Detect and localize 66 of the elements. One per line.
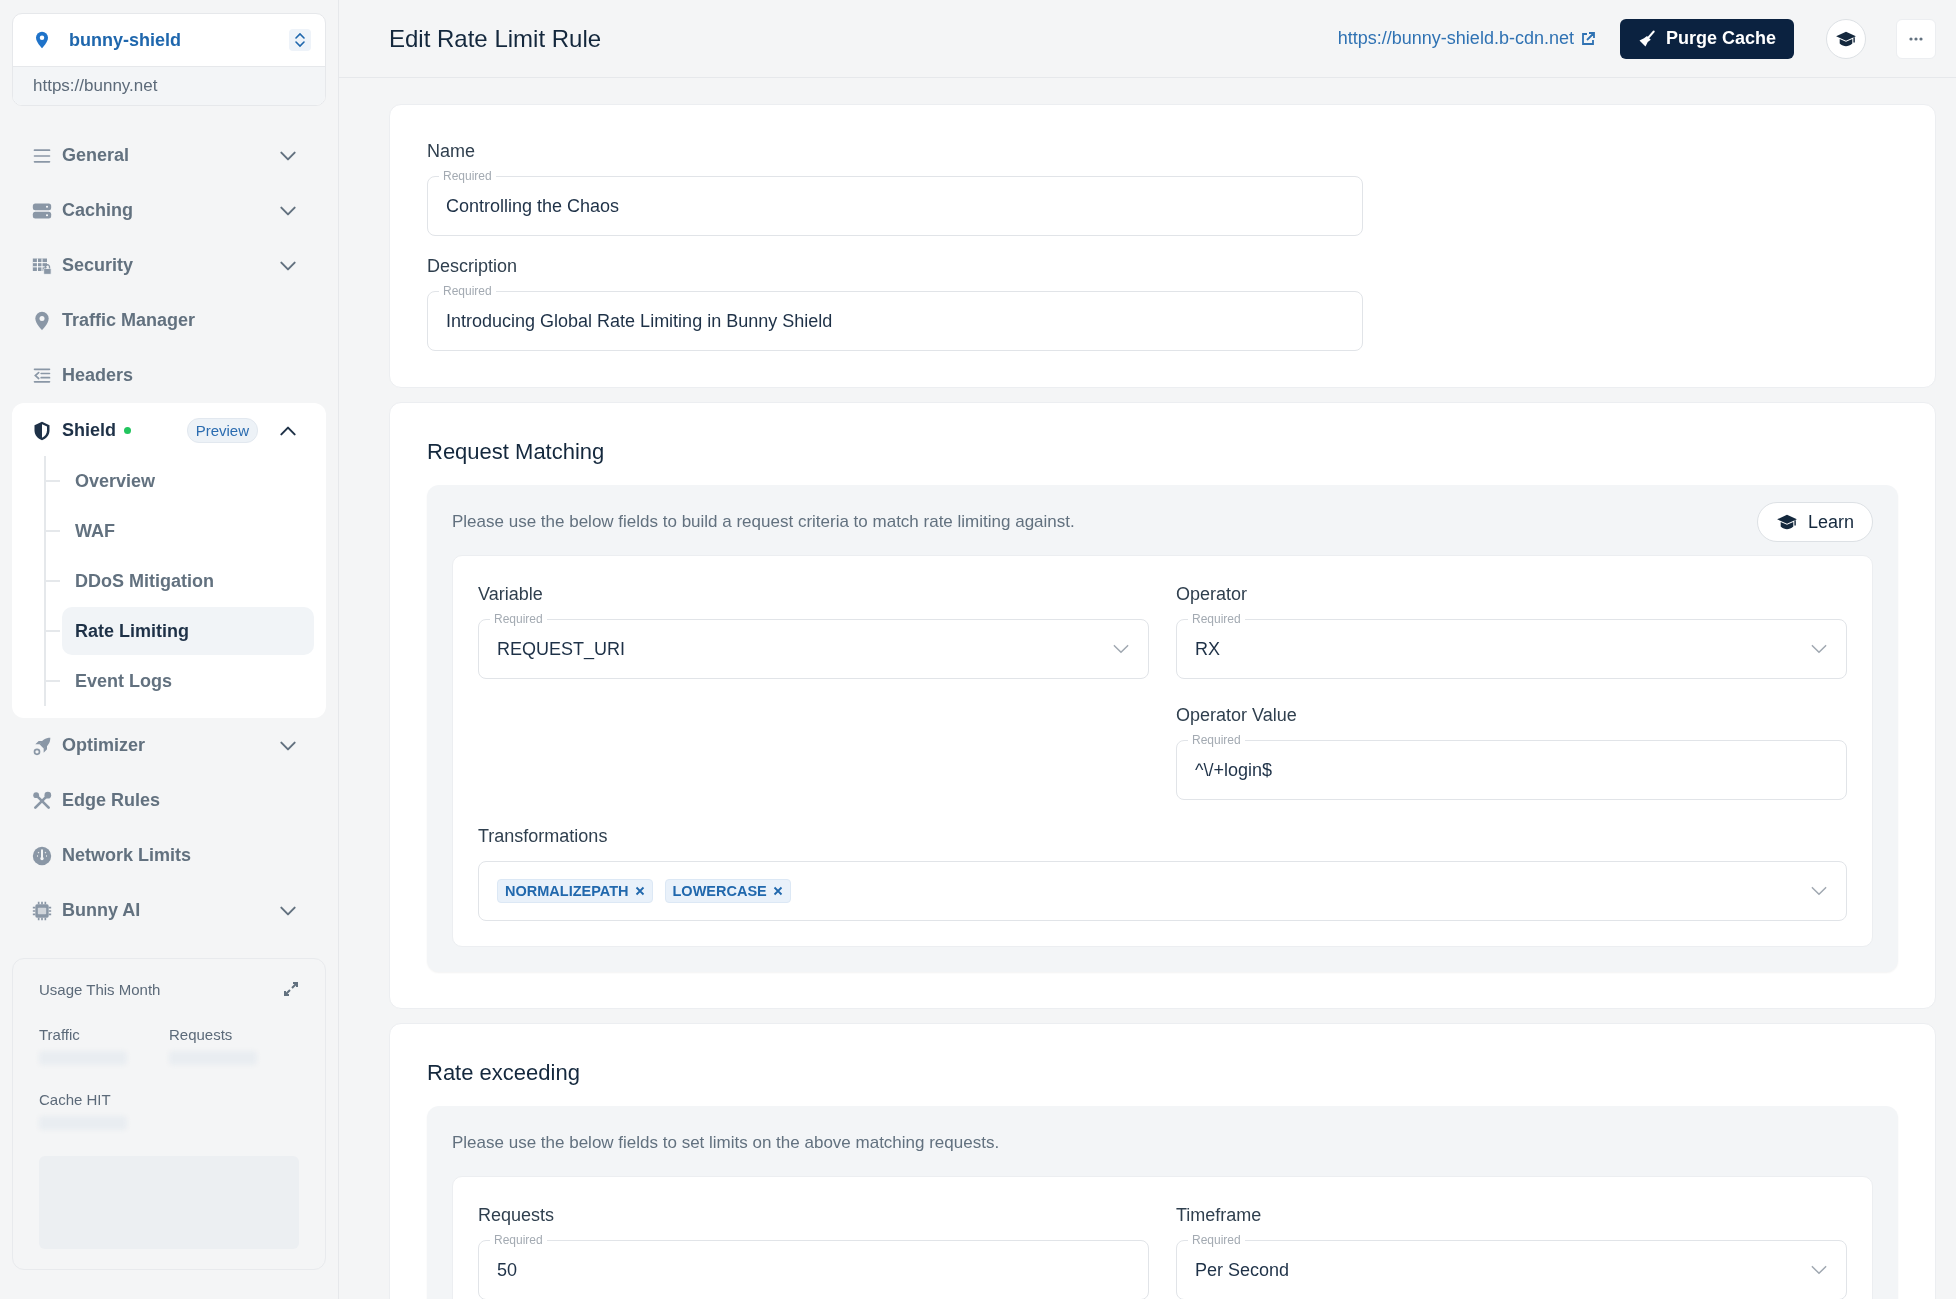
map-pin-icon [32,310,52,331]
select-field[interactable]: Required REQUEST_URI [478,612,1149,679]
shield-icon [32,420,52,441]
text-field[interactable]: Required Controlling the Chaos [427,169,1363,236]
learn-button[interactable] [1826,18,1866,59]
field-label: Timeframe [1176,1205,1263,1226]
multi-select-field[interactable]: NORMALIZEPATH LOWERCASE [478,854,1847,921]
usage-title: Usage This Month [39,981,161,998]
remove-icon[interactable] [772,886,783,896]
field-label: Name [427,141,476,162]
broom-icon [1637,29,1656,48]
stat-label: Requests [169,1026,234,1043]
switch-button[interactable] [289,29,311,51]
site-link[interactable]: https://bunny-shield.b-cdn.net [1337,28,1596,49]
gauge-icon [32,845,52,866]
field-label: Operator Value [1176,705,1298,726]
chip-icon [32,900,52,921]
nav-subitem[interactable]: Overview [62,457,314,505]
nav-item[interactable]: Security [12,238,326,293]
field-label: Variable [478,584,544,605]
section-title: Request Matching [427,439,606,465]
nav-item[interactable]: Headers [12,348,326,403]
nav-subitem[interactable]: DDoS Mitigation [62,557,314,605]
stat-label: Cache HIT [39,1091,112,1108]
nav-subitem[interactable]: Rate Limiting [62,607,314,655]
site-url: https://bunny.net [13,66,325,105]
learn-button[interactable]: Learn [1756,502,1873,542]
nav-item[interactable]: General [12,128,326,183]
stat-label: Traffic [39,1026,81,1043]
select-field[interactable]: Required Per Second [1176,1233,1847,1299]
field-label: Description [427,256,519,277]
graduation-cap-icon [1775,513,1798,531]
purge-cache-button[interactable]: Purge Cache [1619,18,1794,59]
field-label: Operator [1176,584,1249,605]
remove-icon[interactable] [634,886,645,896]
nav-item[interactable]: Optimizer [12,718,326,773]
field-label: Requests [478,1205,556,1226]
text-field[interactable]: Required 50 [478,1233,1149,1299]
field-label: Transformations [478,826,609,847]
nav-item[interactable]: Caching [12,183,326,238]
nav-subitem[interactable]: Event Logs [62,657,314,705]
up-down-icon [294,32,306,48]
section-title: Rate exceeding [427,1060,581,1086]
text-field[interactable]: Required ^\/+login$ [1176,733,1847,800]
more-icon [1909,36,1923,41]
text-field[interactable]: Required Introducing Global Rate Limiting in Bunny Shield [427,284,1363,351]
crossed-tools-icon [32,790,52,811]
nav-subitem[interactable]: WAF [62,507,314,555]
external-link-icon [1579,30,1596,47]
nav-item[interactable]: Bunny AI [12,883,326,938]
expand-icon[interactable] [283,981,299,997]
select-field[interactable]: Required RX [1176,612,1847,679]
section-description: Please use the below fields to build a request criteria to match rate limiting against. [452,512,1075,532]
nav-item[interactable]: Network Limits [12,828,326,883]
nav-item[interactable]: Edge Rules [12,773,326,828]
site-name: bunny-shield [69,29,182,51]
tag-chip[interactable]: NORMALIZEPATH [497,879,653,903]
preview-badge: Preview [186,418,258,443]
section-description: Please use the below fields to set limits on the above matching requests. [452,1133,1000,1153]
graduation-cap-icon [1835,29,1857,48]
rocket-icon [32,735,52,756]
map-pin-icon [33,29,51,51]
tag-chip[interactable]: LOWERCASE [664,879,791,903]
nav-item[interactable]: Traffic Manager [12,293,326,348]
nav-item[interactable]: Shield Preview [12,403,326,458]
page-title: Edit Rate Limit Rule [389,24,603,53]
